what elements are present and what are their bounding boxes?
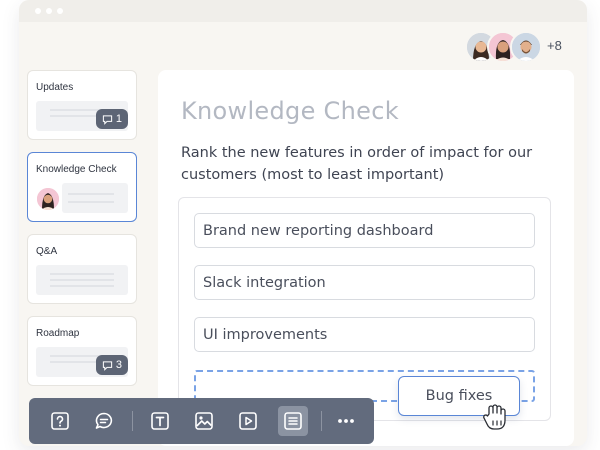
list-button[interactable]	[278, 406, 308, 436]
comment-button[interactable]	[89, 406, 119, 436]
toolbar-divider	[321, 411, 322, 431]
page-title[interactable]: Knowledge Check	[181, 97, 399, 125]
text-button[interactable]	[145, 406, 175, 436]
question-button[interactable]	[45, 406, 75, 436]
comment-count-badge[interactable]: 3	[95, 355, 128, 375]
title-bar	[19, 0, 587, 22]
rank-item[interactable]: Slack integration	[194, 265, 535, 300]
comment-count: 3	[115, 359, 122, 371]
insert-toolbar	[29, 398, 374, 444]
window-dot-icon	[35, 8, 41, 14]
question-text[interactable]: Rank the new features in order of impact…	[181, 142, 551, 186]
comment-count: 1	[115, 113, 122, 125]
comment-icon	[102, 360, 113, 371]
man-avatar-icon	[512, 33, 540, 61]
grab-hand-cursor-icon	[483, 404, 506, 430]
rank-item[interactable]: Brand new reporting dashboard	[194, 213, 535, 248]
slide-thumbnail-updates[interactable]: Updates 1	[27, 70, 137, 140]
window-dot-icon	[46, 8, 52, 14]
toolbar-divider	[132, 411, 133, 431]
slide-title: Updates	[36, 82, 74, 93]
slide-thumbnail-roadmap[interactable]: Roadmap 3	[27, 316, 137, 386]
avatar[interactable]	[510, 31, 542, 63]
avatar	[36, 187, 60, 211]
slide-thumbnail-knowledge-check[interactable]: Knowledge Check	[27, 152, 137, 222]
rank-item[interactable]: UI improvements	[194, 317, 535, 352]
video-icon	[239, 412, 257, 430]
slide-title: Roadmap	[36, 328, 80, 339]
woman-avatar-pink-icon	[37, 188, 59, 210]
window-dot-icon	[57, 8, 63, 14]
chat-bubble-icon	[95, 412, 113, 429]
list-icon	[284, 412, 302, 430]
slide-title: Q&A	[36, 246, 58, 257]
question-icon	[51, 412, 69, 430]
comment-count-badge[interactable]: 1	[95, 109, 128, 129]
image-button[interactable]	[189, 406, 219, 436]
image-icon	[195, 412, 213, 430]
video-button[interactable]	[233, 406, 263, 436]
more-collaborators-count[interactable]: +8	[547, 38, 562, 53]
slide-preview	[36, 265, 128, 295]
slide-preview	[62, 183, 128, 213]
more-icon	[338, 419, 354, 423]
more-button[interactable]	[331, 406, 361, 436]
text-icon	[151, 412, 169, 430]
slide-title: Knowledge Check	[36, 164, 117, 175]
slide-thumbnail-qa[interactable]: Q&A	[27, 234, 137, 304]
comment-icon	[102, 114, 113, 125]
